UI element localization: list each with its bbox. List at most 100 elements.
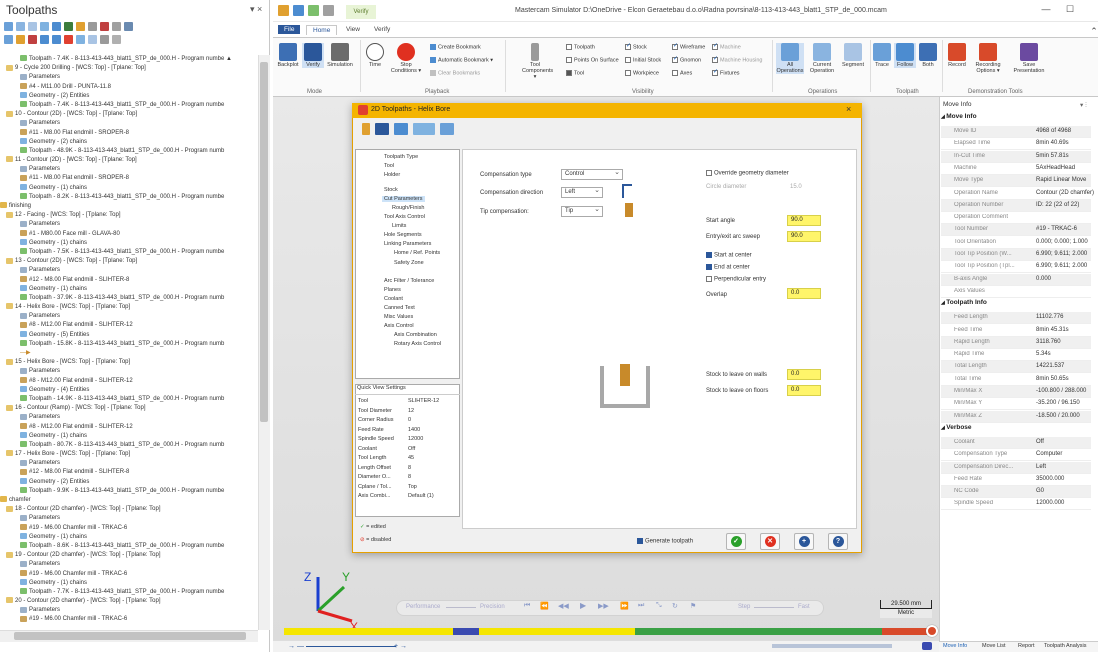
tree-item[interactable]: Toolpath - 9.9K - 8-113-413-443_blatt1_S… [0, 487, 258, 496]
tree-item[interactable]: —▶ [0, 349, 258, 358]
param-tree-item[interactable]: Tool [384, 163, 394, 169]
param-tree-item[interactable]: Coolant [384, 296, 403, 302]
entry-exit-input[interactable]: 90.0 [787, 231, 821, 242]
checkbox[interactable] [706, 170, 712, 176]
tab-view[interactable]: View [340, 25, 366, 34]
tree-item[interactable]: Geometry - (2) chains [0, 138, 258, 147]
trace-button[interactable]: Trace [872, 43, 892, 68]
tree-item[interactable]: #8 - M12.00 Flat endmill - SLIHTER-12 [0, 422, 258, 432]
tree-item[interactable]: Toolpath - 7.7K - 8-113-413-443_blatt1_S… [0, 588, 258, 597]
segment-button[interactable]: Segment [840, 43, 866, 68]
param-tree-item[interactable]: Misc Values [384, 314, 413, 320]
checkbox[interactable] [672, 55, 678, 63]
speed-slider-track[interactable] [446, 607, 476, 608]
rewind-icon[interactable]: ◀◀ [558, 602, 569, 610]
tree-item[interactable]: #8 - M12.00 Flat endmill - SLIHTER-12 [0, 376, 258, 386]
tree-item[interactable]: #8 - M12.00 Flat endmill - SLIHTER-12 [0, 321, 258, 330]
tree-item[interactable]: 9 - Cycle 200 Drilling - [WCS: Top] - [T… [0, 64, 258, 73]
tree-item[interactable]: #1 - M80.00 Face mill - GLAVA-80 [0, 229, 258, 239]
recording-options-button[interactable]: Recording Options ▾ [970, 43, 1006, 74]
tree-item[interactable]: Toolpath - 14.9K - 8-113-413-443_blatt1_… [0, 395, 258, 404]
backplot-button[interactable]: Backplot [276, 43, 300, 68]
tree-item[interactable]: 19 - Contour (2D chamfer) - [WCS: Top] -… [0, 551, 258, 560]
tree-item[interactable]: #19 - M6.00 Chamfer mill - TRKAC-6 [0, 523, 258, 533]
checkbox[interactable] [712, 55, 718, 63]
move-info-section-header[interactable]: ◢ Toolpath Info [941, 299, 987, 306]
perpendicular-entry-option[interactable]: Perpendicular entry [706, 276, 766, 283]
tree-item[interactable]: #19 - M6.00 Chamfer mill - TRKAC-6 [0, 615, 258, 624]
tree-item[interactable]: 16 - Contour (Ramp) - [WCS: Top] - [Tpla… [0, 404, 258, 413]
tree-item[interactable]: Parameters [0, 367, 258, 376]
save-icon[interactable] [293, 5, 304, 16]
all-operations-button[interactable]: All Operations [776, 43, 804, 74]
toggle-toolpath[interactable]: Toolpath [566, 44, 595, 50]
backplot-icon[interactable] [52, 22, 61, 31]
toggle-fixtures[interactable]: Fixtures [712, 68, 740, 76]
move-down-icon[interactable] [40, 35, 49, 44]
select-failed-icon[interactable] [16, 22, 25, 31]
tree-item[interactable]: 17 - Helix Bore - [WCS: Top] - [Tplane: … [0, 450, 258, 459]
checkbox[interactable] [712, 68, 718, 76]
expand-icon[interactable] [440, 123, 454, 135]
step-forward-icon[interactable]: ⏩ [620, 602, 629, 610]
play-icon[interactable]: ▶ [580, 601, 586, 610]
tree-item[interactable]: Parameters [0, 220, 258, 229]
pin-icon[interactable] [362, 123, 370, 135]
move-up-icon[interactable] [52, 35, 61, 44]
zoom-fit-icon[interactable]: ⤡ [656, 602, 662, 610]
tree-item[interactable]: Toolpath - 7.4K - 8-113-413-443_blatt1_S… [0, 101, 258, 110]
tree-item[interactable]: Toolpath - 15.8K - 8-113-413-443_blatt1_… [0, 340, 258, 349]
view-options-icon[interactable] [413, 123, 435, 135]
comp-dir-select[interactable]: Left [561, 186, 603, 198]
checkbox-checked[interactable] [706, 252, 712, 258]
export-icon[interactable] [394, 123, 408, 135]
toggle-gnomon[interactable]: Gnomon [672, 55, 701, 63]
param-tree-item[interactable]: Planes [384, 287, 401, 293]
tree-item[interactable]: 13 - Contour (2D) - [WCS: Top] - [Tplane… [0, 257, 258, 266]
minimize-button[interactable]: — [1036, 4, 1056, 18]
tab-move-info[interactable]: Move Info [943, 643, 967, 649]
tree-item[interactable]: Toolpath - 8.6K - 8-113-413-443_blatt1_S… [0, 542, 258, 551]
jump-end-icon[interactable]: ⏭ [638, 602, 644, 610]
tree-item[interactable]: 11 - Contour (2D) - [WCS: Top] - [Tplane… [0, 156, 258, 165]
param-tree-item[interactable]: Axis Control [384, 323, 414, 329]
tree-item[interactable]: Parameters [0, 560, 258, 569]
step-back-icon[interactable]: ⏪ [540, 602, 549, 610]
insert-arrow-icon[interactable] [64, 35, 73, 44]
checkbox[interactable] [706, 276, 712, 282]
apply-button[interactable]: + [794, 533, 814, 550]
tree-item[interactable]: #11 - M8.00 Flat endmill - SROPER-8 [0, 128, 258, 138]
highfeed-icon[interactable] [100, 22, 109, 31]
tree-scroll-thumb[interactable] [260, 62, 268, 422]
toggle-stock[interactable]: Stock [625, 42, 647, 50]
select-all-icon[interactable] [4, 22, 13, 31]
param-tree-item[interactable]: Arc Filter / Tolerance [384, 278, 434, 284]
time-button[interactable]: Time [364, 43, 386, 68]
tree-item[interactable]: Geometry - (2) Entities [0, 478, 258, 487]
tree-item[interactable]: Toolpath - 48.9K - 8-113-413-443_blatt1_… [0, 147, 258, 156]
scroll-icon[interactable] [76, 35, 85, 44]
panel-controls[interactable]: ▾ × [250, 4, 262, 15]
checkbox[interactable] [672, 42, 678, 50]
close-icon[interactable]: × [846, 104, 851, 114]
param-tree-item[interactable]: Hole Segments [384, 232, 422, 238]
param-tree-item[interactable]: Tool Axis Control [384, 214, 425, 220]
tree-item[interactable]: Parameters [0, 119, 258, 128]
param-tree-item[interactable]: Cut Parameters [382, 196, 425, 202]
checkbox[interactable] [625, 57, 631, 63]
zoom-slider-track[interactable] [306, 646, 396, 647]
record-button[interactable]: Record [946, 43, 968, 68]
tab-toolpath-analysis[interactable]: Toolpath Analysis [1044, 643, 1087, 649]
tree-item[interactable]: Parameters [0, 266, 258, 275]
move-info-controls[interactable]: ▾ ⫶ [1080, 101, 1087, 110]
tab-report[interactable]: Report [1018, 643, 1035, 649]
tree-item[interactable]: finishing [0, 202, 258, 211]
tab-verify[interactable]: Verify [368, 25, 396, 34]
zoom-minus-icon[interactable]: → — [288, 643, 304, 650]
verify-icon[interactable] [64, 22, 73, 31]
verify-button[interactable]: Verify [302, 43, 324, 68]
tree-item[interactable]: Geometry - (1) chains [0, 239, 258, 248]
checkbox[interactable] [625, 42, 631, 50]
clear-bookmarks-button[interactable]: Clear Bookmarks [430, 70, 480, 76]
toggle-axes[interactable]: Axes [672, 70, 692, 76]
